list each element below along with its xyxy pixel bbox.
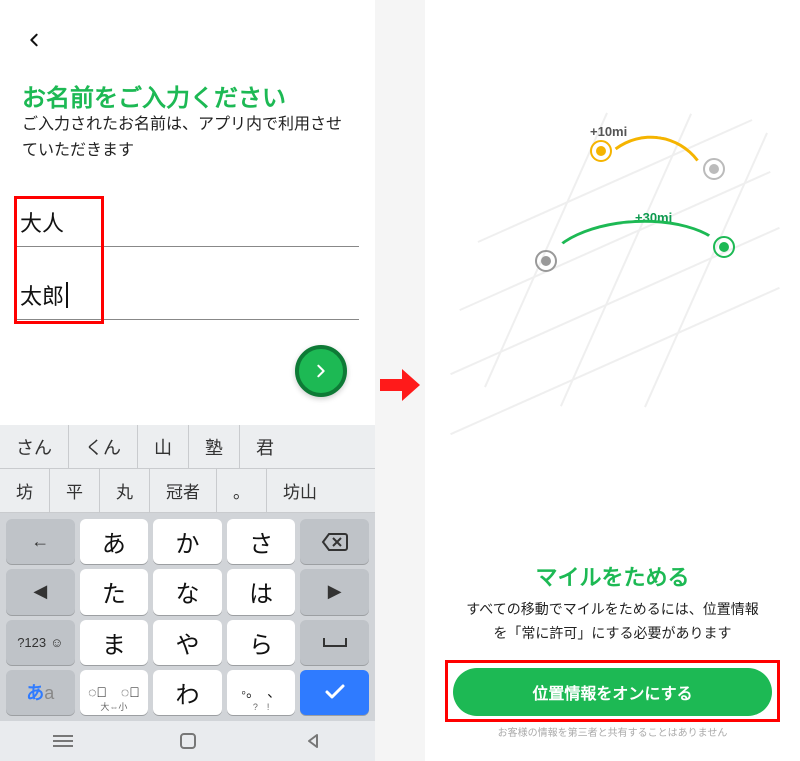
- suggestion-row-1: さんくん山塾君: [0, 425, 375, 469]
- suggestion-item[interactable]: 塾: [189, 425, 240, 468]
- key-a[interactable]: あ: [80, 519, 149, 564]
- suggestion-row-2: 坊平丸冠者。坊山: [0, 469, 375, 513]
- key-backspace[interactable]: [300, 519, 369, 564]
- name-fields: 大人 太郎: [16, 196, 359, 320]
- chevron-right-icon: [313, 361, 329, 381]
- check-icon: [324, 683, 346, 701]
- chevron-left-icon: [26, 28, 42, 52]
- miles-title: マイルをためる: [425, 560, 800, 592]
- suggestion-item[interactable]: 坊山: [267, 469, 333, 512]
- key-ra[interactable]: ら: [227, 620, 296, 665]
- suggestion-item[interactable]: 坊: [0, 469, 50, 512]
- key-ma[interactable]: ま: [80, 620, 149, 665]
- suggestion-item[interactable]: 冠者: [150, 469, 217, 512]
- suggestion-item[interactable]: 君: [240, 425, 290, 468]
- last-name-value: 大人: [20, 206, 64, 238]
- suggestion-item[interactable]: 。: [217, 469, 267, 512]
- key-punct[interactable]: ◦。 、? !: [227, 670, 296, 715]
- last-name-input[interactable]: 大人: [16, 196, 359, 247]
- space-icon: [322, 636, 348, 648]
- mile-label-1: +10mi: [590, 124, 627, 139]
- key-cursor-left[interactable]: ◀: [6, 569, 75, 614]
- backspace-icon: [321, 532, 349, 552]
- key-left[interactable]: ←: [6, 519, 75, 564]
- key-ya[interactable]: や: [153, 620, 222, 665]
- nav-recent[interactable]: [33, 726, 93, 756]
- privacy-disclaimer: お客様の情報を第三者と共有することはありません: [425, 724, 800, 739]
- suggestion-item[interactable]: 丸: [100, 469, 150, 512]
- key-na[interactable]: な: [153, 569, 222, 614]
- key-numeric[interactable]: ?123☺: [6, 620, 75, 665]
- first-name-value: 太郎: [20, 279, 64, 311]
- suggestion-item[interactable]: 平: [50, 469, 100, 512]
- key-ta[interactable]: た: [80, 569, 149, 614]
- flow-arrow-icon: [375, 360, 425, 410]
- key-lang[interactable]: あa: [6, 670, 75, 715]
- android-navbar: [0, 721, 375, 761]
- map-pin-icon: [713, 236, 735, 258]
- map-pin-icon: [535, 250, 557, 272]
- enable-location-button[interactable]: 位置情報をオンにする: [453, 668, 772, 716]
- suggestion-item[interactable]: くん: [69, 425, 138, 468]
- key-ha[interactable]: は: [227, 569, 296, 614]
- map-illustration: +10mi +30mi: [425, 40, 800, 400]
- key-wa[interactable]: わ: [153, 670, 222, 715]
- key-cursor-right[interactable]: ▶: [300, 569, 369, 614]
- map-pin-icon: [703, 158, 725, 180]
- key-space[interactable]: [300, 620, 369, 665]
- suggestion-item[interactable]: さん: [0, 425, 69, 468]
- nav-back[interactable]: [283, 726, 343, 756]
- enable-location-label: 位置情報をオンにする: [532, 680, 692, 704]
- page-title: お名前をご入力ください: [22, 78, 353, 113]
- back-button[interactable]: [18, 24, 50, 56]
- map-pin-icon: [590, 140, 612, 162]
- name-entry-screen: お名前をご入力ください ご入力されたお名前は、アプリ内で利用させていただきます …: [0, 0, 375, 761]
- key-ka[interactable]: か: [153, 519, 222, 564]
- miles-subtitle: すべての移動でマイルをためるには、位置情報を「常に許可」にする必要があります: [461, 598, 764, 646]
- nav-home[interactable]: [158, 726, 218, 756]
- next-button[interactable]: [295, 345, 347, 397]
- location-permission-screen: +10mi +30mi マイルをためる すべての移動でマイルをためるには、位置情…: [425, 0, 800, 761]
- page-subtitle: ご入力されたお名前は、アプリ内で利用させていただきます: [22, 112, 345, 163]
- text-caret: [66, 282, 68, 308]
- first-name-input[interactable]: 太郎: [16, 269, 359, 320]
- suggestion-item[interactable]: 山: [138, 425, 189, 468]
- key-sa[interactable]: さ: [227, 519, 296, 564]
- key-grid: ←あかさ ◀たなは▶ ?123☺まやらあa◌゙ ◌゚大⇔小わ◦。 、? !: [0, 513, 375, 721]
- key-dakuten[interactable]: ◌゙ ◌゚大⇔小: [80, 670, 149, 715]
- key-enter[interactable]: [300, 670, 369, 715]
- soft-keyboard: さんくん山塾君 坊平丸冠者。坊山 ←あかさ ◀たなは▶ ?123☺まやらあa◌゙ ◌…: [0, 425, 375, 761]
